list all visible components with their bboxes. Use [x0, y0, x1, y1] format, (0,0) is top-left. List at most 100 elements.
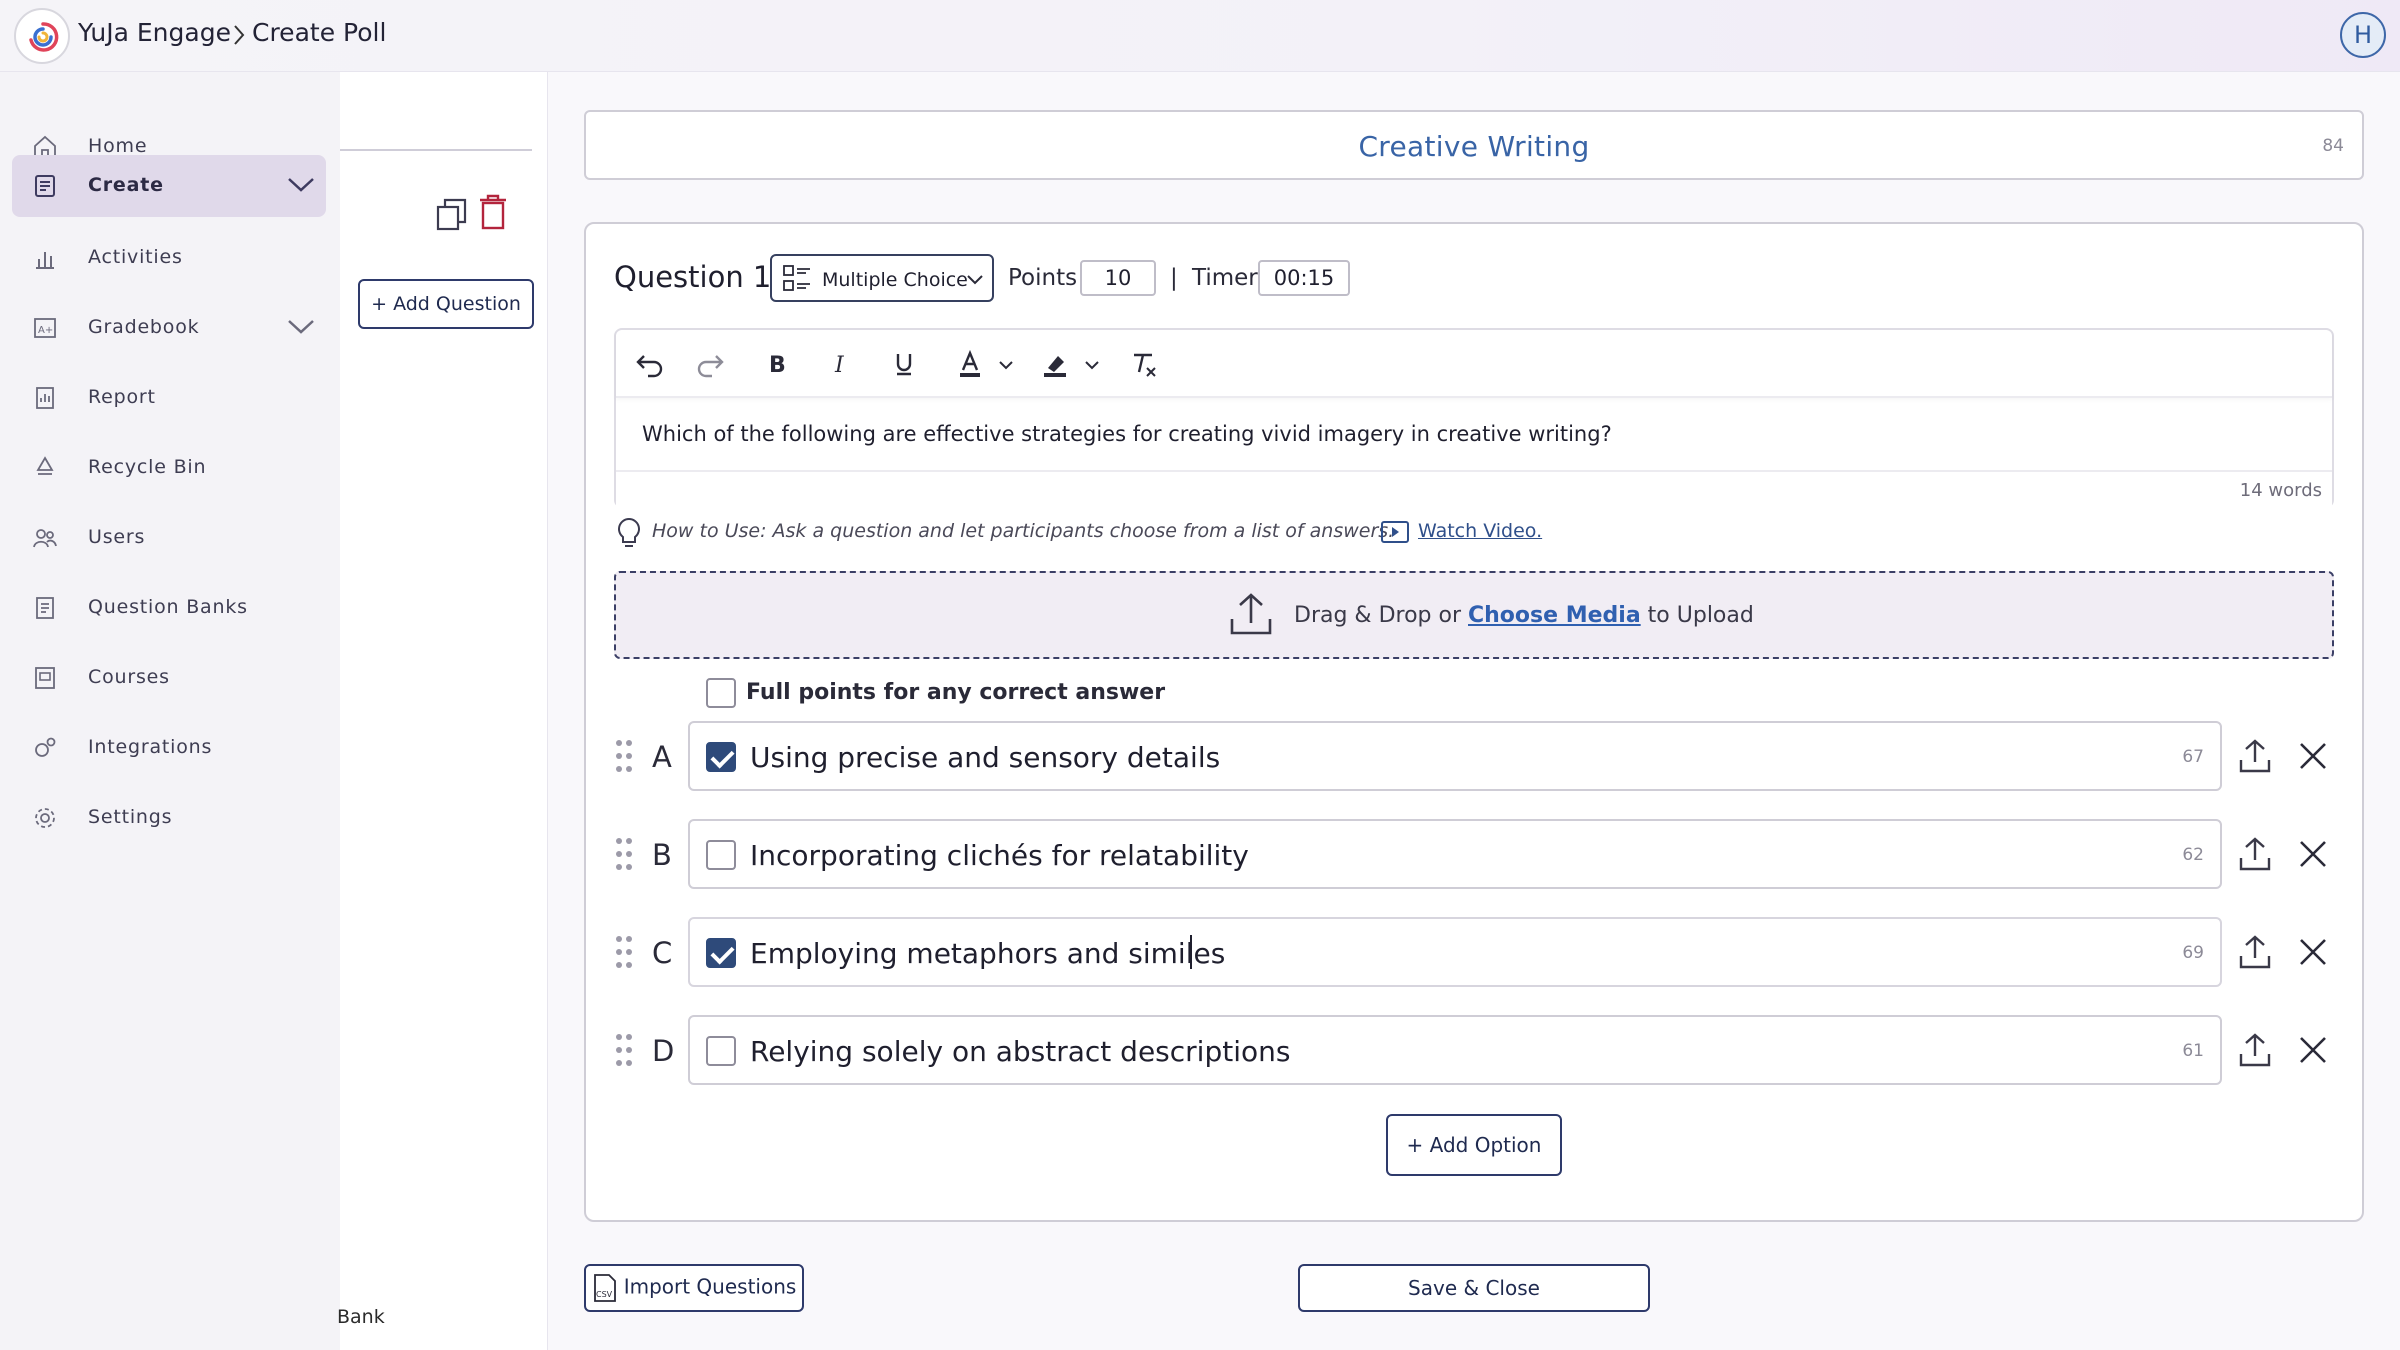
- timer-input[interactable]: 00:15: [1258, 260, 1350, 296]
- sidebar-item-courses[interactable]: Courses: [12, 647, 326, 709]
- undo-icon[interactable]: [634, 348, 666, 380]
- poll-title[interactable]: Creative Writing: [586, 130, 2362, 163]
- text-color-icon[interactable]: [954, 348, 986, 380]
- drag-handle-icon[interactable]: [614, 738, 634, 774]
- option-field[interactable]: Using precise and sensory details 67: [688, 721, 2222, 791]
- lightbulb-icon: [618, 517, 640, 547]
- chevron-down-icon[interactable]: [1084, 360, 1100, 370]
- option-field[interactable]: Employing metaphors and similes 69: [688, 917, 2222, 987]
- video-icon[interactable]: [1380, 519, 1410, 545]
- correct-answer-checkbox[interactable]: [706, 1036, 736, 1066]
- import-questions-label: Import Questions: [623, 1274, 797, 1299]
- courses-icon: [35, 667, 55, 689]
- redo-icon[interactable]: [694, 348, 726, 380]
- svg-text:A+: A+: [38, 325, 53, 336]
- full-points-label: Full points for any correct answer: [746, 680, 1166, 705]
- question-type-label: Multiple Choice: [822, 269, 968, 291]
- sidebar-item-report[interactable]: Report: [12, 367, 326, 429]
- sidebar: Home Create Activities A+ Gradebook Repo…: [0, 72, 340, 1350]
- sidebar-item-activities[interactable]: Activities: [12, 227, 326, 289]
- drag-handle-icon[interactable]: [614, 836, 634, 872]
- media-dropzone[interactable]: Drag & Drop or Choose Media to Upload: [614, 571, 2334, 659]
- gear-icon: [35, 808, 55, 828]
- question-text[interactable]: Which of the following are effective str…: [642, 422, 1612, 446]
- plus-icon: +: [371, 293, 394, 315]
- bold-icon[interactable]: B: [760, 348, 792, 380]
- correct-answer-checkbox[interactable]: [706, 938, 736, 968]
- upload-icon[interactable]: [2238, 836, 2272, 872]
- duplicate-icon[interactable]: [436, 197, 468, 231]
- user-avatar[interactable]: H: [2340, 12, 2386, 58]
- question-editor: B I Which of the following are effective…: [614, 328, 2334, 508]
- bank-label: Bank: [337, 1306, 385, 1328]
- sidebar-item-integrations[interactable]: Integrations: [12, 717, 326, 779]
- add-question-button[interactable]: + Add Question: [358, 279, 534, 329]
- save-close-button[interactable]: Save & Close: [1298, 1264, 1650, 1312]
- svg-text:CSV: CSV: [596, 1290, 613, 1299]
- add-question-label: Add Question: [393, 293, 521, 315]
- sidebar-item-users[interactable]: Users: [12, 507, 326, 569]
- option-char-count: 61: [2182, 1041, 2204, 1061]
- recycle-icon: [36, 456, 54, 475]
- top-bar: YuJa Engage Create Poll H: [0, 0, 2400, 72]
- option-letter: A: [652, 740, 672, 774]
- breadcrumb-app[interactable]: YuJa Engage: [78, 18, 231, 47]
- sidebar-item-question-banks[interactable]: Question Banks: [12, 577, 326, 639]
- bar-chart-icon: [36, 252, 54, 269]
- sidebar-item-create[interactable]: Create: [12, 155, 326, 217]
- dropzone-suffix: to Upload: [1647, 603, 1754, 628]
- option-text[interactable]: Using precise and sensory details: [750, 741, 1220, 774]
- add-option-button[interactable]: + Add Option: [1386, 1114, 1562, 1176]
- close-icon[interactable]: [2297, 1034, 2329, 1066]
- close-icon[interactable]: [2297, 838, 2329, 870]
- sidebar-item-label: Integrations: [88, 736, 213, 758]
- plus-icon: +: [1406, 1133, 1430, 1157]
- option-letter: D: [652, 1034, 675, 1068]
- drag-handle-icon[interactable]: [614, 1032, 634, 1068]
- option-field[interactable]: Relying solely on abstract descriptions …: [688, 1015, 2222, 1085]
- close-icon[interactable]: [2297, 740, 2329, 772]
- chevron-down-icon[interactable]: [286, 175, 316, 195]
- sidebar-item-label: Activities: [88, 246, 183, 268]
- add-option-label: Add Option: [1429, 1133, 1542, 1157]
- editor-footer: 14 words: [616, 470, 2332, 508]
- svg-text:B: B: [769, 353, 786, 378]
- upload-icon[interactable]: [2238, 1032, 2272, 1068]
- gradebook-icon: A+: [34, 318, 56, 338]
- upload-icon[interactable]: [2238, 738, 2272, 774]
- chevron-down-icon[interactable]: [286, 317, 316, 337]
- option-text[interactable]: Employing metaphors and similes: [750, 937, 1225, 970]
- points-label: Points: [1008, 265, 1078, 291]
- sidebar-item-gradebook[interactable]: A+ Gradebook: [12, 297, 326, 359]
- save-close-label: Save & Close: [1408, 1276, 1540, 1300]
- correct-answer-checkbox[interactable]: [706, 742, 736, 772]
- yuja-logo[interactable]: [14, 8, 70, 64]
- sidebar-item-settings[interactable]: Settings: [12, 787, 326, 849]
- delete-icon[interactable]: [478, 194, 508, 230]
- correct-answer-checkbox[interactable]: [706, 840, 736, 870]
- sidebar-item-recycle-bin[interactable]: Recycle Bin: [12, 437, 326, 499]
- upload-icon[interactable]: [2238, 934, 2272, 970]
- drag-handle-icon[interactable]: [614, 934, 634, 970]
- underline-icon[interactable]: [888, 348, 920, 380]
- import-questions-button[interactable]: CSV Import Questions: [584, 1264, 804, 1312]
- separator: |: [1170, 265, 1178, 291]
- option-text[interactable]: Relying solely on abstract descriptions: [750, 1035, 1290, 1068]
- chevron-down-icon[interactable]: [998, 360, 1014, 370]
- italic-icon[interactable]: I: [824, 348, 856, 380]
- watch-video-link[interactable]: Watch Video.: [1418, 520, 1542, 542]
- question-type-select[interactable]: Multiple Choice: [770, 254, 994, 302]
- option-field[interactable]: Incorporating clichés for relatability 6…: [688, 819, 2222, 889]
- poll-title-field[interactable]: Creative Writing 84: [584, 110, 2364, 180]
- sidebar-item-label: Report: [88, 386, 156, 408]
- full-points-checkbox[interactable]: [706, 678, 736, 708]
- choose-media-link[interactable]: Choose Media: [1468, 603, 1641, 628]
- close-icon[interactable]: [2297, 936, 2329, 968]
- upload-icon: [1230, 593, 1272, 635]
- integrations-icon: [35, 737, 56, 757]
- highlight-icon[interactable]: [1040, 348, 1072, 380]
- clear-format-icon[interactable]: [1128, 348, 1160, 380]
- option-text[interactable]: Incorporating clichés for relatability: [750, 839, 1249, 872]
- points-input[interactable]: 10: [1080, 260, 1156, 296]
- multiple-choice-icon: [783, 265, 810, 291]
